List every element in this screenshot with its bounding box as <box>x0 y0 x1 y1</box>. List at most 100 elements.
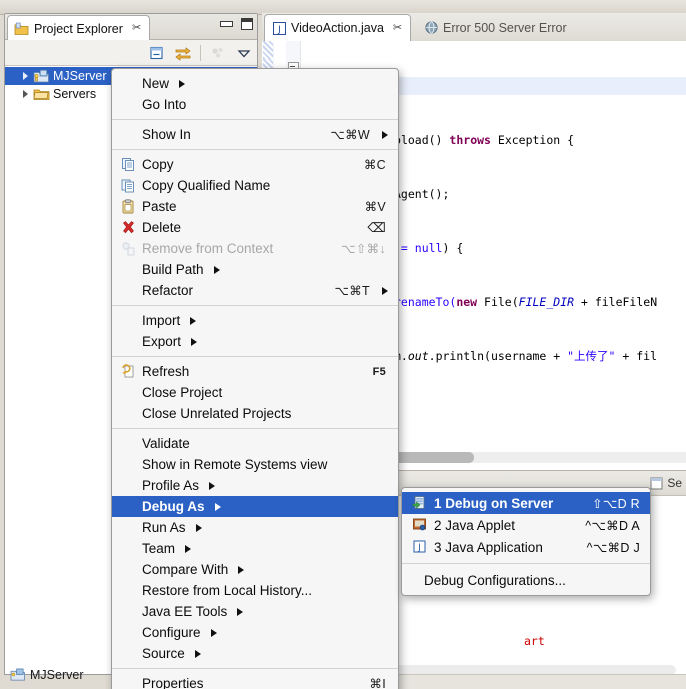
chevron-down-icon[interactable] <box>235 44 253 62</box>
submenu-item-debug-configurations[interactable]: Debug Configurations... <box>402 569 650 591</box>
menu-item-import[interactable]: Import <box>112 310 398 331</box>
menu-item-close-unrelated-projects[interactable]: Close Unrelated Projects <box>112 403 398 424</box>
java-app-icon: J <box>412 539 427 554</box>
menu-item-copy-qualified-name[interactable]: Copy Qualified Name <box>112 175 398 196</box>
menu-item-team[interactable]: Team <box>112 538 398 559</box>
expand-arrow-icon[interactable] <box>23 90 28 98</box>
menu-item-label: Close Project <box>142 385 223 400</box>
debug-as-submenu[interactable]: 1 Debug on Server ⇧⌥D R 2 Java Applet ^⌥… <box>401 487 651 596</box>
menu-item-label: Go Into <box>142 97 187 112</box>
project-explorer-footer-item[interactable]: MJServer <box>10 668 83 682</box>
svg-text:J: J <box>417 543 421 553</box>
menu-item-label: Validate <box>142 436 190 451</box>
menu-item-label: Refresh <box>142 364 190 379</box>
menu-item-accelerator: ⌥⌘T <box>334 284 370 298</box>
refresh-icon <box>121 364 136 379</box>
menu-item-copy[interactable]: Copy ⌘C <box>112 154 398 175</box>
console-tab-label[interactable]: Se <box>667 476 682 490</box>
submenu-item-accelerator: ⇧⌥D R <box>592 496 640 511</box>
menu-item-accelerator: ⌫ <box>367 219 386 235</box>
menu-item-accelerator: ⌘V <box>364 200 386 214</box>
submenu-arrow-icon <box>382 286 388 295</box>
menu-item-label: Import <box>142 313 181 328</box>
menu-item-label: Profile As <box>142 478 200 493</box>
submenu-arrow-icon <box>238 565 245 574</box>
menu-item-source[interactable]: Source <box>112 643 398 664</box>
menu-item-run-as[interactable]: Run As <box>112 517 398 538</box>
close-icon[interactable]: ✂ <box>393 22 402 34</box>
tab-videoaction-java[interactable]: J VideoAction.java ✂ <box>264 14 412 41</box>
folder-icon <box>33 87 50 101</box>
link-with-editor-icon[interactable] <box>174 44 192 62</box>
menu-separator <box>112 428 398 429</box>
project-explorer-tab-bar: Project Explorer ✂ <box>5 14 257 41</box>
menu-item-build-path[interactable]: Build Path <box>112 259 398 280</box>
menu-item-label: Close Unrelated Projects <box>142 406 292 421</box>
menu-item-debug-as[interactable]: Debug As <box>112 496 398 517</box>
menu-item-restore-from-local-history[interactable]: Restore from Local History... <box>112 580 398 601</box>
submenu-item-accelerator: ^⌥⌘D J <box>586 540 640 555</box>
menu-item-label: Build Path <box>142 262 204 277</box>
minimize-icon[interactable] <box>220 21 233 27</box>
menu-item-label: Team <box>142 541 176 556</box>
close-icon[interactable]: ✂ <box>132 23 141 34</box>
menu-separator <box>112 356 398 357</box>
menu-item-accelerator: F5 <box>372 365 386 378</box>
submenu-item-java-application[interactable]: J 3 Java Application ^⌥⌘D J <box>402 536 650 558</box>
menu-item-label: Configure <box>142 625 201 640</box>
menu-item-go-into[interactable]: Go Into <box>112 94 398 115</box>
maximize-icon[interactable] <box>241 18 253 30</box>
menu-item-refresh[interactable]: Refresh F5 <box>112 361 398 382</box>
menu-item-label: Remove from Context <box>142 241 274 256</box>
menu-item-properties[interactable]: Properties ⌘I <box>112 673 398 689</box>
menu-item-close-project[interactable]: Close Project <box>112 382 398 403</box>
delete-icon <box>121 220 136 235</box>
menu-item-label: Copy Qualified Name <box>142 178 271 193</box>
menu-item-label: Copy <box>142 157 174 172</box>
menu-item-remove-from-context: Remove from Context ⌥⇧⌘↓ <box>112 238 398 259</box>
menu-item-label: Export <box>142 334 182 349</box>
view-menu-icon[interactable] <box>209 44 227 62</box>
remove-context-icon <box>121 241 136 256</box>
expand-arrow-icon[interactable] <box>23 72 28 80</box>
submenu-item-label: 1 Debug on Server <box>434 495 554 511</box>
menu-item-configure[interactable]: Configure <box>112 622 398 643</box>
project-context-menu[interactable]: New Go Into Show In ⌥⌘W Copy ⌘C Copy Qua… <box>111 68 399 689</box>
menu-item-export[interactable]: Export <box>112 331 398 352</box>
tab-error-500[interactable]: Error 500 Server Error <box>417 14 575 41</box>
menu-item-new[interactable]: New <box>112 73 398 94</box>
menu-item-show-in-remote-systems-view[interactable]: Show in Remote Systems view <box>112 454 398 475</box>
submenu-item-label: 3 Java Application <box>434 539 543 555</box>
menu-item-delete[interactable]: Delete ⌫ <box>112 217 398 238</box>
submenu-item-java-applet[interactable]: 2 Java Applet ^⌥⌘D A <box>402 514 650 536</box>
menu-item-label: Refactor <box>142 283 194 298</box>
menu-item-label: Compare With <box>142 562 229 577</box>
svg-text:J: J <box>277 25 281 35</box>
menu-item-java-ee-tools[interactable]: Java EE Tools <box>112 601 398 622</box>
submenu-arrow-icon <box>185 544 192 553</box>
tab-label: VideoAction.java <box>291 21 384 35</box>
menu-item-compare-with[interactable]: Compare With <box>112 559 398 580</box>
submenu-item-accelerator: ^⌥⌘D A <box>585 518 640 533</box>
menu-item-accelerator: ⌘C <box>363 158 386 172</box>
view-window-buttons <box>220 18 253 30</box>
tab-label: Error 500 Server Error <box>443 20 567 35</box>
collapse-all-icon[interactable] <box>148 44 166 62</box>
menu-item-show-in[interactable]: Show In ⌥⌘W <box>112 124 398 145</box>
tree-item-label: Servers <box>53 87 97 101</box>
menu-item-refactor[interactable]: Refactor ⌥⌘T <box>112 280 398 301</box>
submenu-arrow-icon <box>209 481 216 490</box>
paste-icon <box>121 199 136 214</box>
menu-item-validate[interactable]: Validate <box>112 433 398 454</box>
project-explorer-icon <box>14 22 29 36</box>
tree-item-label: MJServer <box>53 69 107 83</box>
menu-item-accelerator: ⌘I <box>369 677 386 689</box>
menu-item-paste[interactable]: Paste ⌘V <box>112 196 398 217</box>
tab-project-explorer[interactable]: Project Explorer ✂ <box>7 15 151 41</box>
menu-item-label: Paste <box>142 199 177 214</box>
submenu-arrow-icon <box>210 628 217 637</box>
submenu-item-debug-on-server[interactable]: 1 Debug on Server ⇧⌥D R <box>402 492 650 514</box>
browser-icon <box>425 21 438 34</box>
menu-item-profile-as[interactable]: Profile As <box>112 475 398 496</box>
copy-qualified-icon <box>121 178 136 193</box>
